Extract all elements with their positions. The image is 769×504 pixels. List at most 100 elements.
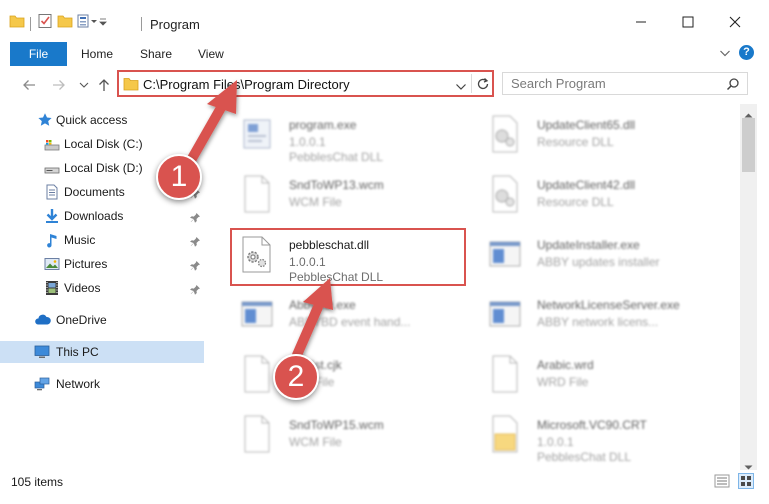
tiles-view-icon[interactable]: [738, 473, 754, 489]
file-name: program.exe: [289, 118, 357, 132]
folder-file-icon: [488, 414, 522, 454]
nav-item-label: Videos: [64, 281, 101, 295]
nav-item-label: Network: [56, 377, 101, 391]
file-name: Microsoft.VC90.CRT: [537, 418, 647, 432]
file-type: Resource DLL: [537, 195, 614, 209]
properties-icon[interactable]: [37, 13, 53, 29]
file-description: ABBY updates installer: [537, 255, 660, 269]
dll-icon: [488, 114, 522, 154]
nav-item-label: Pictures: [64, 257, 108, 271]
nav-item-downloads[interactable]: Downloads: [0, 205, 204, 227]
title-divider: [30, 17, 31, 31]
exe-icon: [240, 114, 274, 154]
tab-share[interactable]: Share: [140, 42, 172, 66]
nav-item-label: Documents: [64, 185, 125, 199]
window-icon: [488, 234, 522, 274]
nav-item-pictures[interactable]: Pictures: [0, 253, 204, 275]
file-name: UpdateClient42.dll: [537, 178, 636, 192]
file-version: 1.0.0.1: [537, 435, 574, 449]
address-path[interactable]: C:\Program Files\Program Directory: [143, 77, 350, 92]
pin-icon[interactable]: [190, 281, 201, 303]
window-title: Program: [150, 17, 200, 32]
file-tile-networklicenseserver-exe[interactable]: NetworkLicenseServer.exe ABBY network li…: [478, 288, 728, 346]
vertical-scrollbar[interactable]: [740, 104, 757, 470]
status-bar: 105 items: [0, 470, 769, 504]
search-box[interactable]: [502, 72, 748, 95]
file-type: Resource DLL: [537, 135, 614, 149]
tab-home[interactable]: Home: [81, 42, 113, 66]
nav-item-label: Downloads: [64, 209, 124, 223]
maximize-button[interactable]: [678, 12, 698, 32]
item-count: 105 items: [11, 475, 64, 489]
search-icon[interactable]: [726, 77, 740, 94]
star-icon: [37, 112, 53, 128]
file-tile-program-exe[interactable]: program.exe 1.0.0.1 PebblesChat DLL: [230, 108, 480, 166]
blank-file-icon: [240, 354, 274, 394]
nav-item-videos[interactable]: Videos: [0, 277, 204, 299]
nav-item-network[interactable]: Network: [0, 373, 204, 395]
window-icon: [488, 294, 522, 334]
minimize-button[interactable]: [631, 12, 651, 32]
back-arrow-icon[interactable]: [21, 77, 37, 93]
file-tile-sndtowp15-wcm[interactable]: SndToWP15.wcm WCM File: [230, 408, 480, 466]
new-folder-icon[interactable]: [57, 13, 73, 29]
file-explorer-window: Program File Home Share View ? C:\Progra…: [0, 0, 769, 504]
title-divider: [141, 17, 142, 31]
documents-icon: [44, 184, 60, 200]
pin-icon[interactable]: [190, 257, 201, 279]
drive-icon: [44, 160, 60, 176]
close-button[interactable]: [725, 12, 745, 32]
pin-icon[interactable]: [190, 233, 201, 255]
nav-item-label: OneDrive: [56, 313, 107, 327]
file-tile-abbybd-exe[interactable]: AbbyBD.exe ABBYBD event hand...: [230, 288, 480, 346]
folder-icon[interactable]: [9, 13, 25, 29]
file-name: SndToWP13.wcm: [289, 178, 384, 192]
title-bar: Program: [0, 0, 769, 40]
file-tile-sndtowp13-wcm[interactable]: SndToWP13.wcm WCM File: [230, 168, 480, 226]
nav-item-onedrive[interactable]: OneDrive: [0, 309, 204, 331]
music-icon: [44, 232, 60, 248]
file-name: SndToWP15.wcm: [289, 418, 384, 432]
pin-icon[interactable]: [190, 209, 201, 231]
refresh-icon[interactable]: [475, 76, 491, 95]
nav-item-label: Music: [64, 233, 96, 247]
file-tile-microsoft-vc90-crt[interactable]: Microsoft.VC90.CRT 1.0.0.1 PebblesChat D…: [478, 408, 728, 466]
nav-item-music[interactable]: Music: [0, 229, 204, 251]
network-icon: [34, 376, 50, 392]
nav-item-this-pc[interactable]: This PC: [0, 341, 204, 363]
blank-file-icon: [488, 354, 522, 394]
file-name: Arabic.wrd: [537, 358, 594, 372]
search-input[interactable]: [511, 76, 711, 91]
file-name: UpdateClient65.dll: [537, 118, 636, 132]
drive-icon: [44, 136, 60, 152]
file-description: PebblesChat DLL: [289, 150, 384, 164]
recent-locations-chevron-icon[interactable]: [78, 79, 94, 95]
nav-item-label: Local Disk (C:): [64, 137, 143, 151]
ribbon-tabs: File Home Share View: [0, 40, 769, 66]
file-tile-updateclient65-dll[interactable]: UpdateClient65.dll Resource DLL: [478, 108, 728, 166]
ribbon-expand-chevron-icon[interactable]: [719, 47, 731, 61]
nav-item-quick-access[interactable]: Quick access: [0, 109, 204, 131]
file-tile-updateinstaller-exe[interactable]: UpdateInstaller.exe ABBY updates install…: [478, 228, 728, 286]
tab-view[interactable]: View: [198, 42, 224, 66]
step-badge-2: 2: [273, 354, 319, 400]
scrollbar-thumb[interactable]: [742, 118, 755, 172]
tab-file[interactable]: File: [10, 42, 67, 66]
forward-arrow-icon[interactable]: [51, 77, 67, 93]
details-view-icon[interactable]: [714, 473, 730, 489]
nav-item-local-disk-c[interactable]: Local Disk (C:): [0, 133, 204, 155]
address-dropdown-chevron-icon[interactable]: [455, 80, 467, 94]
help-icon[interactable]: ?: [739, 45, 754, 60]
customize-toolbar-icon[interactable]: [77, 13, 107, 29]
file-type: WRD File: [537, 375, 589, 389]
file-name: AbbyBD.exe: [289, 298, 356, 312]
file-tile-fontlist-cjk[interactable]: fontlist.cjk CJK File: [230, 348, 480, 406]
up-arrow-icon[interactable]: [96, 77, 112, 93]
file-tile-arabic-wrd[interactable]: Arabic.wrd WRD File: [478, 348, 728, 406]
file-description: ABBYBD event hand...: [289, 315, 411, 329]
blank-file-icon: [240, 174, 274, 214]
file-tile-updateclient42-dll[interactable]: UpdateClient42.dll Resource DLL: [478, 168, 728, 226]
blank-file-icon: [240, 414, 274, 454]
file-highlight-box: [230, 228, 466, 286]
address-bar[interactable]: C:\Program Files\Program Directory: [117, 70, 494, 97]
